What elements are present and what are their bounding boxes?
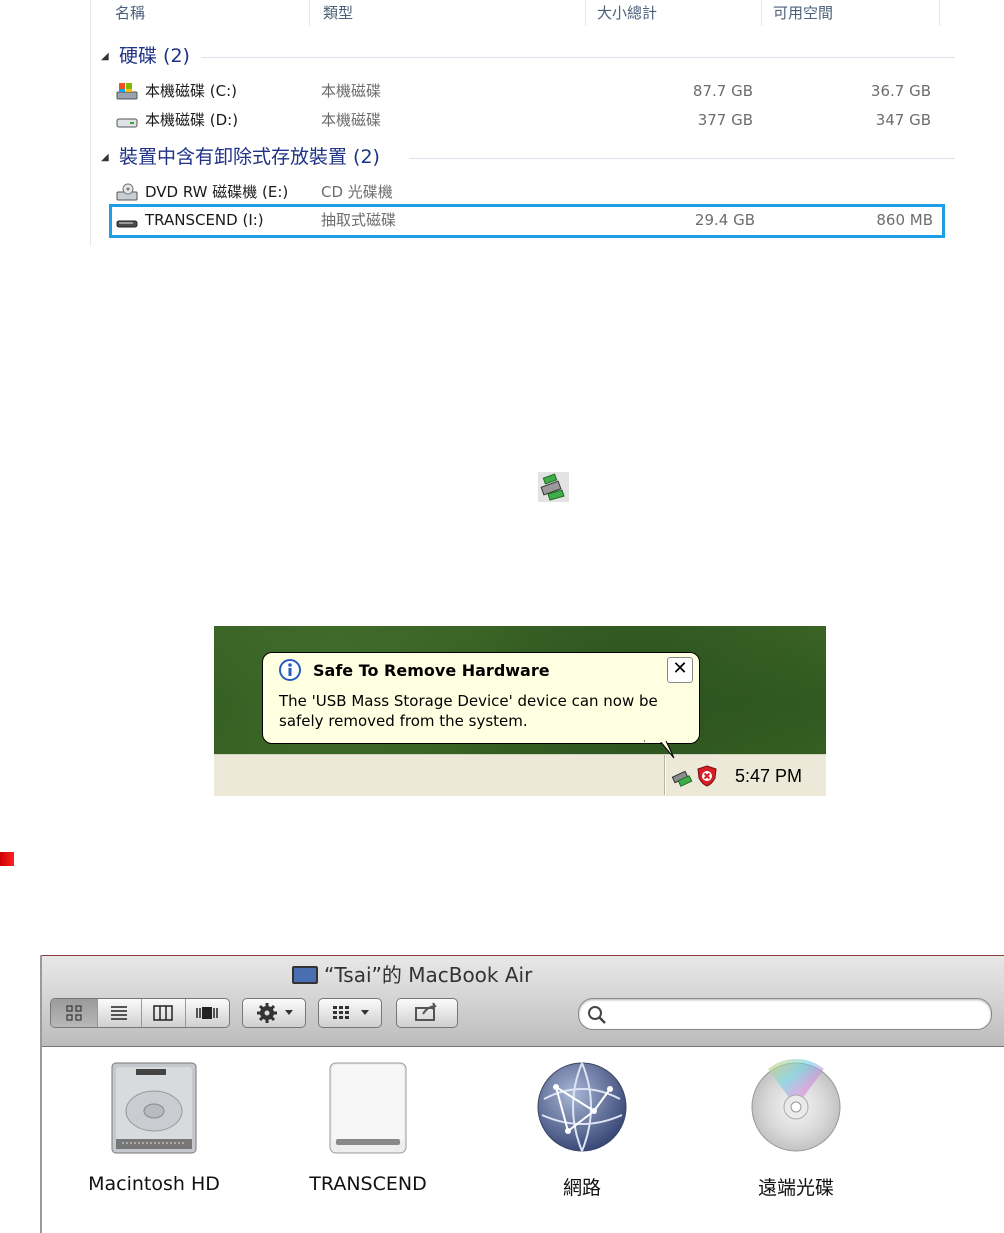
balloon-pointer — [644, 740, 675, 759]
balloon-message: The 'USB Mass Storage Device' device can… — [279, 692, 658, 730]
column-separator — [309, 0, 310, 26]
drive-row-d[interactable]: 本機磁碟 (D:) 本機磁碟 377 GB 347 GB — [111, 106, 941, 134]
drive-name: TRANSCEND (I:) — [145, 211, 264, 229]
column-separator — [939, 0, 940, 26]
search-input[interactable] — [611, 1003, 975, 1025]
decorative-red-marker — [0, 852, 14, 866]
column-header-name[interactable]: 名稱 — [115, 0, 145, 28]
drive-free-space: 860 MB — [876, 211, 933, 229]
group-header-removable[interactable]: ◢ 裝置中含有卸除式存放裝置 (2) — [101, 142, 380, 172]
hard-drive-icon — [111, 1062, 197, 1154]
group-header-hard-disks[interactable]: ◢ 硬碟 (2) — [101, 41, 190, 71]
drive-name: 本機磁碟 (C:) — [145, 82, 237, 100]
drive-total-size: 377 GB — [697, 111, 753, 129]
security-shield-icon[interactable] — [695, 764, 719, 788]
group-title: 硬碟 (2) — [119, 45, 190, 67]
coverflow-view-icon — [196, 1007, 218, 1019]
view-mode-control[interactable] — [50, 998, 230, 1028]
column-header-type[interactable]: 類型 — [323, 0, 353, 28]
notification-balloon[interactable]: Safe To Remove Hardware The 'USB Mass St… — [262, 652, 700, 744]
drive-free-space: 347 GB — [875, 111, 931, 129]
drive-row-c[interactable]: 本機磁碟 (C:) 本機磁碟 87.7 GB 36.7 GB — [111, 77, 941, 105]
finder-toolbar: “Tsai”的 MacBook Air — [42, 955, 1004, 1047]
search-field[interactable] — [578, 998, 992, 1030]
volume-label: 遠端光碟 — [757, 1177, 834, 1199]
safely-remove-hardware-icon[interactable] — [538, 472, 569, 502]
group-divider — [201, 57, 955, 58]
drive-total-size: 29.4 GB — [694, 211, 755, 229]
volume-macintosh-hd[interactable]: Macintosh HD — [64, 1055, 244, 1195]
icon-view-button[interactable] — [51, 999, 98, 1027]
tray-clock[interactable]: 5:47 PM — [735, 755, 802, 796]
network-globe-icon — [537, 1062, 627, 1152]
info-icon — [279, 659, 301, 681]
volume-network[interactable]: 網路 — [492, 1055, 672, 1199]
drive-type: 抽取式磁碟 — [321, 211, 397, 229]
volume-remote-disc[interactable]: 遠端光碟 — [706, 1055, 886, 1199]
column-view-button[interactable] — [141, 999, 186, 1027]
dvd-drive-icon — [116, 183, 138, 201]
volume-label: Macintosh HD — [88, 1173, 220, 1195]
arrange-grid-icon — [333, 1006, 369, 1019]
list-view-button[interactable] — [97, 999, 142, 1027]
macbook-icon — [292, 965, 318, 984]
removable-drive-icon — [116, 220, 138, 228]
window-title: “Tsai”的 MacBook Air — [292, 961, 532, 989]
column-header-free[interactable]: 可用空間 — [773, 0, 833, 28]
gear-icon — [257, 1003, 293, 1023]
column-separator — [761, 0, 762, 26]
arrange-menu-button[interactable] — [318, 998, 382, 1028]
collapse-triangle-icon[interactable]: ◢ — [101, 143, 119, 173]
collapse-triangle-icon[interactable]: ◢ — [101, 42, 119, 72]
drive-free-space: 36.7 GB — [870, 82, 931, 100]
action-menu-button[interactable] — [242, 998, 306, 1028]
drive-name: 本機磁碟 (D:) — [145, 111, 239, 129]
column-separator — [585, 0, 586, 26]
group-divider — [409, 158, 955, 159]
drive-type: 本機磁碟 — [321, 111, 382, 129]
hard-drive-icon — [116, 118, 138, 128]
close-button[interactable]: ✕ — [667, 657, 693, 683]
drive-type: CD 光碟機 — [321, 183, 393, 201]
search-icon — [588, 1006, 606, 1024]
column-view-icon — [153, 1005, 173, 1021]
safely-remove-hardware-tray-icon[interactable] — [671, 765, 693, 787]
explorer-drive-list: 名稱 類型 大小總計 可用空間 ◢ 硬碟 (2) 本機磁碟 (C:) 本機磁碟 8… — [90, 0, 955, 246]
remote-disc-icon — [751, 1059, 841, 1152]
coverflow-view-button[interactable] — [185, 999, 229, 1027]
drive-row-transcend[interactable]: TRANSCEND (I:) 抽取式磁碟 29.4 GB 860 MB — [109, 204, 945, 238]
drive-type: 本機磁碟 — [321, 82, 382, 100]
system-drive-icon — [116, 83, 138, 100]
icon-view-icon — [66, 1005, 82, 1021]
volume-label: TRANSCEND — [309, 1173, 427, 1195]
volume-transcend[interactable]: TRANSCEND — [278, 1055, 458, 1195]
window-title-text: “Tsai”的 MacBook Air — [324, 963, 533, 987]
drive-total-size: 87.7 GB — [692, 82, 753, 100]
share-icon — [415, 1002, 437, 1021]
finder-window: “Tsai”的 MacBook Air Macintosh HD TRANSCE… — [40, 955, 1004, 1233]
xp-taskbar: 5:47 PM — [214, 754, 826, 796]
drive-row-e[interactable]: DVD RW 磁碟機 (E:) CD 光碟機 — [111, 178, 941, 206]
usb-eject-icon — [540, 473, 565, 501]
volume-label: 網路 — [562, 1177, 601, 1199]
balloon-title: Safe To Remove Hardware — [313, 661, 550, 680]
xp-notification-screenshot: 5:47 PM Safe To Remove Hardware The 'USB… — [214, 626, 826, 796]
external-drive-icon — [329, 1062, 407, 1154]
share-button[interactable] — [396, 998, 458, 1028]
column-header-size[interactable]: 大小總計 — [597, 0, 657, 28]
group-title: 裝置中含有卸除式存放裝置 (2) — [119, 146, 380, 168]
drive-name: DVD RW 磁碟機 (E:) — [145, 183, 289, 201]
system-tray: 5:47 PM — [664, 755, 825, 795]
list-view-icon — [111, 1006, 127, 1020]
